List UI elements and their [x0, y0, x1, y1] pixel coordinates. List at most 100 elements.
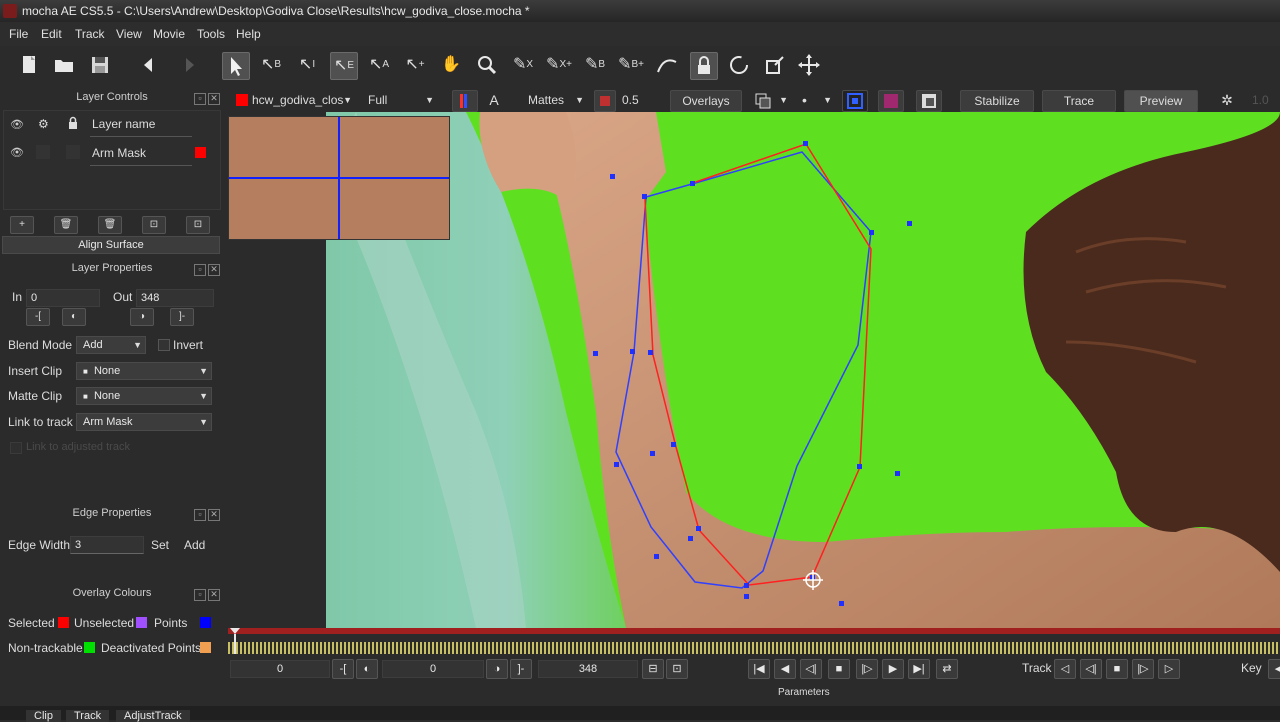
insert-clip-select[interactable]: ■ None ▼ [76, 362, 212, 380]
go-out-icon[interactable]: ◑ [130, 308, 154, 326]
add-point-icon[interactable]: ↖+ [402, 52, 428, 78]
close-panel-icon[interactable]: ✕ [208, 93, 220, 105]
select-a-icon[interactable]: ↖A [366, 52, 392, 78]
select-b-icon[interactable]: ↖B [258, 52, 284, 78]
float-panel-icon[interactable]: ▫ [194, 509, 206, 521]
track-stop-icon[interactable]: ■ [1106, 659, 1128, 679]
tab-clip[interactable]: Clip [26, 710, 61, 722]
lock-icon[interactable] [68, 116, 78, 130]
points-color-swatch[interactable] [200, 617, 211, 628]
clip-select[interactable]: hcw_godiva_clos ▼ [252, 90, 354, 110]
stop-icon[interactable]: ■ [828, 659, 850, 679]
rotate-icon[interactable] [726, 52, 752, 78]
lock-transform-icon[interactable] [690, 52, 718, 80]
layer-link-icon[interactable]: ⊡ [142, 216, 166, 234]
tab-adjusttrack[interactable]: AdjustTrack [116, 710, 190, 722]
layer-name[interactable]: Arm Mask [92, 146, 146, 160]
trash-icon[interactable]: 🗑 [54, 216, 78, 234]
float-panel-icon[interactable]: ▫ [194, 93, 206, 105]
go-in-point-icon[interactable]: ◐ [356, 659, 378, 679]
align-surface-button[interactable]: Align Surface [2, 236, 220, 254]
mattes-select[interactable]: Mattes ▼ [528, 90, 584, 110]
prev-key-icon[interactable]: ◀ [1268, 659, 1280, 679]
track-backward-icon[interactable]: ◁ [1054, 659, 1076, 679]
set-in-icon[interactable]: -[ [26, 308, 50, 326]
trace-button[interactable]: Trace [1042, 90, 1116, 112]
close-panel-icon[interactable]: ✕ [208, 264, 220, 276]
set-out-icon[interactable]: ]- [170, 308, 194, 326]
opacity-value[interactable]: 0.5 [622, 90, 646, 110]
in-field[interactable]: 0 [26, 289, 100, 307]
layer-color-swatch[interactable] [195, 147, 206, 158]
menu-movie[interactable]: Movie [153, 27, 185, 41]
matte-clip-select[interactable]: ■ None ▼ [76, 387, 212, 405]
float-panel-icon[interactable]: ▫ [194, 589, 206, 601]
save-icon[interactable] [87, 52, 113, 78]
move-icon[interactable] [796, 52, 822, 78]
out-field[interactable]: 348 [136, 289, 214, 307]
layer-row[interactable]: 👁 Arm Mask [4, 141, 220, 166]
hand-icon[interactable]: ✋ [438, 52, 464, 78]
eye-icon[interactable]: 👁 [10, 118, 24, 131]
edge-width-field[interactable]: 3 [70, 536, 144, 554]
close-panel-icon[interactable]: ✕ [208, 509, 220, 521]
gear-icon[interactable]: ⚙ [38, 117, 49, 131]
set-button[interactable]: Set [151, 538, 169, 552]
go-in-icon[interactable]: ◐ [62, 308, 86, 326]
point-mode-select[interactable]: • ▼ [802, 90, 832, 110]
unselected-color-swatch[interactable] [136, 617, 147, 628]
layer-duplicate-icon[interactable]: ⊡ [186, 216, 210, 234]
new-file-icon[interactable] [16, 52, 42, 78]
zoom-icon[interactable] [474, 52, 500, 78]
play-forward-icon[interactable]: ▶ [882, 659, 904, 679]
link-track-select[interactable]: Arm Mask ▼ [76, 413, 212, 431]
add-layer-icon[interactable]: + [10, 216, 34, 234]
menu-view[interactable]: View [116, 27, 142, 41]
curve-icon[interactable] [654, 52, 680, 78]
track-step-forward-icon[interactable]: |▷ [1132, 659, 1154, 679]
track-forward-icon[interactable]: ▷ [1158, 659, 1180, 679]
surface-icon[interactable] [842, 90, 868, 112]
track-step-back-icon[interactable]: ◁| [1080, 659, 1102, 679]
link-adjusted-checkbox[interactable] [10, 442, 22, 454]
go-out-point-icon[interactable]: ◑ [486, 659, 508, 679]
menu-track[interactable]: Track [75, 27, 105, 41]
current-frame-field[interactable]: 0 [230, 660, 330, 678]
go-start-icon[interactable]: |◀ [748, 659, 770, 679]
set-in-point-icon[interactable]: -[ [332, 659, 354, 679]
pen-x-plus-icon[interactable]: ✎X+ [546, 52, 572, 78]
zoom-range-icon[interactable]: ⊟ [642, 659, 664, 679]
in-point-field[interactable]: 0 [382, 660, 484, 678]
trash-keys-icon[interactable]: 🗑 [98, 216, 122, 234]
value-field[interactable]: 1.0 [1252, 90, 1280, 110]
stabilize-button[interactable]: Stabilize [960, 90, 1034, 112]
nontrackable-color-swatch[interactable] [84, 642, 95, 653]
float-panel-icon[interactable]: ▫ [194, 264, 206, 276]
timeline[interactable] [228, 628, 1280, 658]
step-forward-icon[interactable]: |▷ [856, 659, 878, 679]
go-end-icon[interactable]: ▶| [908, 659, 930, 679]
color-swatch-icon[interactable] [878, 90, 904, 112]
fit-range-icon[interactable]: ⊡ [666, 659, 688, 679]
add-button[interactable]: Add [184, 538, 205, 552]
selected-color-swatch[interactable] [58, 617, 69, 628]
preview-button[interactable]: Preview [1124, 90, 1198, 112]
overlay-mode-select[interactable]: ▼ [754, 90, 788, 110]
matte-opacity-icon[interactable] [594, 90, 616, 112]
tab-track[interactable]: Track [66, 710, 110, 722]
invert-checkbox[interactable] [158, 339, 170, 351]
redo-icon[interactable] [174, 52, 200, 78]
scale-icon[interactable] [762, 52, 788, 78]
pen-x-icon[interactable]: ✎X [510, 52, 536, 78]
loop-icon[interactable]: ⇄ [936, 659, 958, 679]
alpha-channel-button[interactable]: A [486, 90, 502, 110]
step-back-icon[interactable]: ◁| [800, 659, 822, 679]
play-backward-icon[interactable]: ◀ [774, 659, 796, 679]
pen-b-icon[interactable]: ✎B [582, 52, 608, 78]
eye-icon[interactable]: 👁 [10, 146, 24, 159]
open-folder-icon[interactable] [51, 52, 77, 78]
grid-toggle-icon[interactable] [916, 90, 942, 112]
blend-mode-select[interactable]: Add ▼ [76, 336, 146, 354]
menu-tools[interactable]: Tools [197, 27, 225, 41]
clip-viewer[interactable] [326, 112, 1280, 628]
